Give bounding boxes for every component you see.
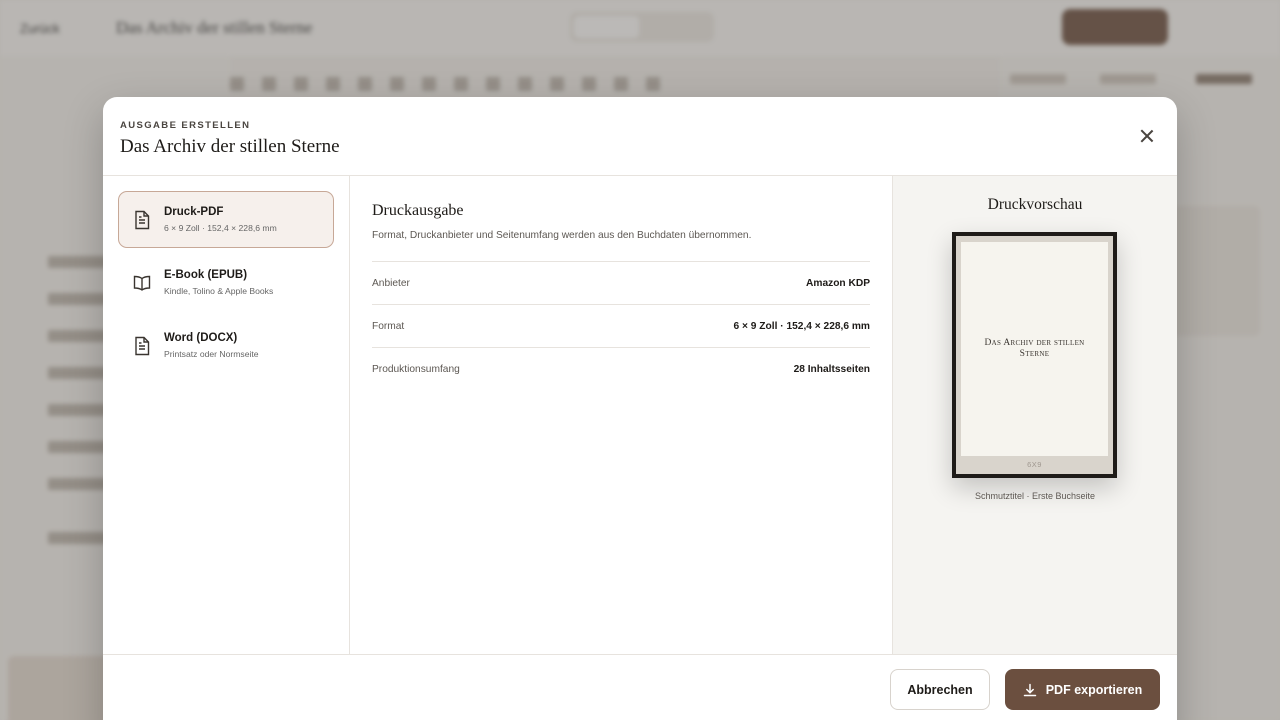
close-icon[interactable] bbox=[1137, 126, 1157, 146]
document-icon bbox=[135, 336, 150, 355]
option-label: Druck-PDF bbox=[164, 206, 224, 218]
option-ebook-epub[interactable]: E-Book (EPUB) Kindle, Tolino & Apple Boo… bbox=[118, 254, 334, 311]
preview-book: Das Archiv der stillen Sterne 6X9 bbox=[952, 232, 1117, 478]
option-sublabel: Kindle, Tolino & Apple Books bbox=[164, 286, 274, 296]
detail-row-provider: Anbieter Amazon KDP bbox=[372, 262, 870, 305]
cancel-label: Abbrechen bbox=[907, 682, 973, 697]
details-title: Druckausgabe bbox=[372, 202, 464, 219]
detail-value: 6 × 9 Zoll · 152,4 × 228,6 mm bbox=[733, 320, 870, 332]
details-table: Anbieter Amazon KDP Format 6 × 9 Zoll · … bbox=[372, 261, 870, 391]
preview-title: Druckvorschau bbox=[987, 196, 1083, 213]
detail-value: Amazon KDP bbox=[806, 277, 870, 289]
download-icon bbox=[1023, 683, 1036, 696]
option-sublabel: Printsatz oder Normseite bbox=[164, 349, 259, 359]
detail-value: 28 Inhaltsseiten bbox=[793, 364, 870, 375]
print-preview: Druckvorschau Das Archiv der stillen Ste… bbox=[893, 176, 1177, 654]
dialog-eyebrow: AUSGABE ERSTELLEN bbox=[120, 120, 251, 131]
export-label: PDF exportieren bbox=[1045, 682, 1143, 697]
option-sublabel: 6 × 9 Zoll · 152,4 × 228,6 mm bbox=[164, 223, 277, 233]
option-label: E-Book (EPUB) bbox=[164, 269, 248, 281]
option-word-docx[interactable]: Word (DOCX) Printsatz oder Normseite bbox=[118, 317, 334, 374]
detail-key: Format bbox=[372, 320, 405, 332]
option-label: Word (DOCX) bbox=[164, 332, 238, 344]
detail-key: Produktionsumfang bbox=[372, 364, 460, 375]
preview-caption: Schmutztitel · Erste Buchseite bbox=[974, 491, 1096, 501]
detail-row-format: Format 6 × 9 Zoll · 152,4 × 228,6 mm bbox=[372, 305, 870, 348]
export-dialog: AUSGABE ERSTELLEN Das Archiv der stillen… bbox=[103, 97, 1177, 720]
preview-trim-size: 6X9 bbox=[1027, 460, 1042, 469]
option-print-pdf[interactable]: Druck-PDF 6 × 9 Zoll · 152,4 × 228,6 mm bbox=[118, 191, 334, 248]
format-options: Druck-PDF 6 × 9 Zoll · 152,4 × 228,6 mm … bbox=[103, 176, 350, 654]
export-pdf-button[interactable]: PDF exportieren bbox=[1005, 669, 1160, 710]
export-details: Druckausgabe Format, Druckanbieter und S… bbox=[350, 176, 893, 654]
details-description: Format, Druckanbieter und Seitenumfang w… bbox=[372, 230, 752, 241]
dialog-title: Das Archiv der stillen Sterne bbox=[120, 136, 340, 157]
preview-page: Das Archiv der stillen Sterne bbox=[961, 242, 1108, 456]
preview-book-title: Das Archiv der stillen Sterne bbox=[984, 338, 1085, 359]
book-open-icon bbox=[133, 275, 151, 291]
detail-row-page-count: Produktionsumfang 28 Inhaltsseiten bbox=[372, 348, 870, 391]
detail-key: Anbieter bbox=[372, 277, 410, 289]
dialog-header: AUSGABE ERSTELLEN Das Archiv der stillen… bbox=[103, 97, 1177, 176]
cancel-button[interactable]: Abbrechen bbox=[890, 669, 990, 710]
dialog-footer: Abbrechen PDF exportieren bbox=[103, 654, 1177, 720]
document-icon bbox=[135, 210, 150, 229]
